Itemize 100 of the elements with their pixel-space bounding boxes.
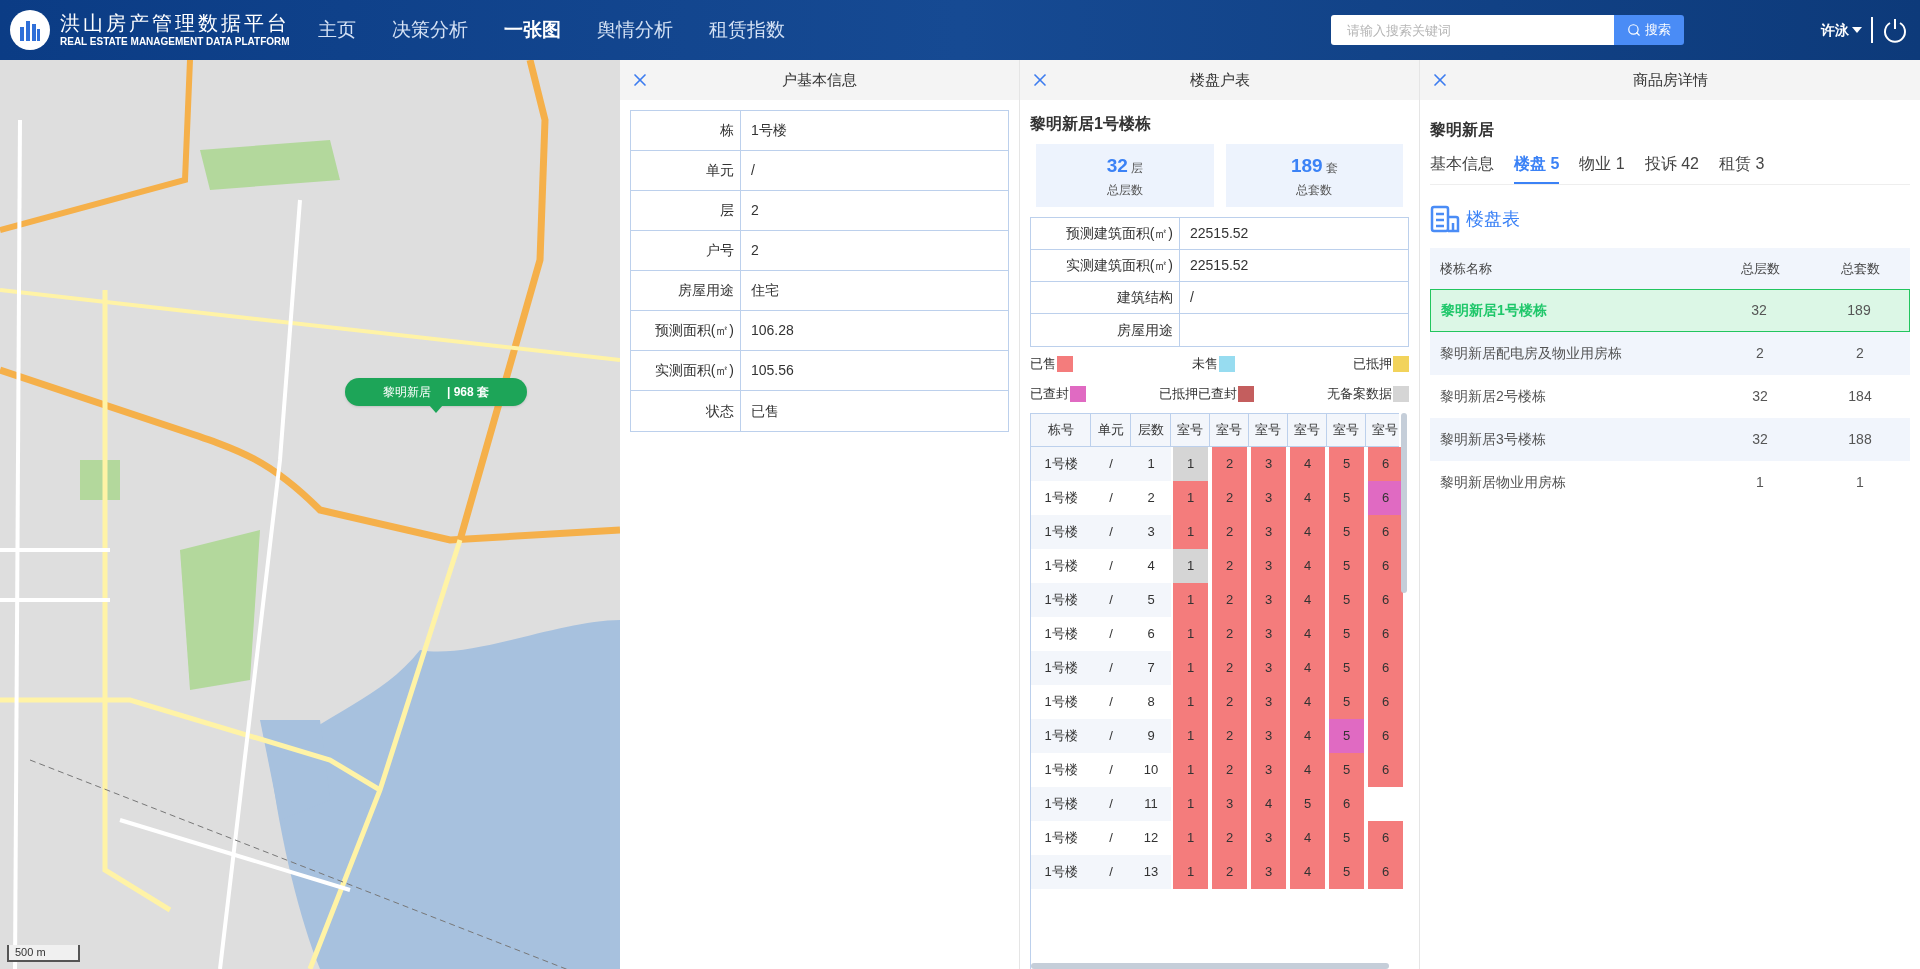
room-cell[interactable]: 1: [1173, 685, 1208, 719]
room-cell[interactable]: 6: [1368, 447, 1403, 481]
room-cell[interactable]: 5: [1329, 549, 1364, 583]
room-cell[interactable]: 5: [1329, 719, 1364, 753]
room-cell[interactable]: 4: [1290, 481, 1325, 515]
room-cell[interactable]: 2: [1212, 753, 1247, 787]
room-cell[interactable]: 6: [1329, 787, 1364, 821]
room-cell[interactable]: 3: [1251, 685, 1286, 719]
room-cell[interactable]: 6: [1368, 753, 1403, 787]
tab[interactable]: 楼盘 5: [1514, 152, 1560, 184]
room-cell[interactable]: 1: [1173, 719, 1208, 753]
room-cell[interactable]: 1: [1173, 583, 1208, 617]
room-cell[interactable]: 6: [1368, 583, 1403, 617]
room-cell[interactable]: 6: [1368, 651, 1403, 685]
room-cell[interactable]: 2: [1212, 719, 1247, 753]
room-cell[interactable]: 1: [1173, 753, 1208, 787]
room-cell[interactable]: 3: [1251, 447, 1286, 481]
floor-count: 32: [1750, 301, 1768, 320]
room-cell[interactable]: 1: [1173, 549, 1208, 583]
room-cell[interactable]: 5: [1329, 821, 1364, 855]
room-cell[interactable]: 1: [1173, 617, 1208, 651]
room-cell[interactable]: 6: [1368, 821, 1403, 855]
nav-link[interactable]: 租赁指数: [709, 15, 785, 45]
room-cell[interactable]: 6: [1368, 549, 1403, 583]
room-cell[interactable]: 2: [1212, 821, 1247, 855]
nav-link[interactable]: 舆情分析: [597, 15, 673, 45]
room-cell[interactable]: 6: [1368, 855, 1403, 889]
room-cell[interactable]: 5: [1329, 617, 1364, 651]
tab[interactable]: 投诉 42: [1644, 152, 1699, 184]
room-cell[interactable]: 3: [1212, 787, 1247, 821]
room-cell[interactable]: 3: [1251, 583, 1286, 617]
room-cell[interactable]: 5: [1329, 515, 1364, 549]
room-cell[interactable]: 5: [1329, 685, 1364, 719]
room-cell[interactable]: 4: [1290, 549, 1325, 583]
room-cell[interactable]: 3: [1251, 549, 1286, 583]
room-cell[interactable]: 5: [1329, 481, 1364, 515]
search-field[interactable]: 请输入搜索关键词: [1331, 15, 1614, 45]
room-cell[interactable]: 4: [1290, 447, 1325, 481]
room-cell[interactable]: 4: [1290, 719, 1325, 753]
search-button[interactable]: 搜索: [1614, 15, 1684, 45]
room-cell[interactable]: 1: [1173, 821, 1208, 855]
tab[interactable]: 租赁 3: [1718, 152, 1765, 184]
room-cell[interactable]: 6: [1368, 617, 1403, 651]
room-cell[interactable]: 2: [1212, 855, 1247, 889]
room-cell[interactable]: 6: [1368, 481, 1403, 515]
room-cell[interactable]: 1: [1173, 481, 1208, 515]
room-cell[interactable]: 4: [1290, 753, 1325, 787]
panel-title: 楼盘户表: [1189, 69, 1250, 90]
room-cell[interactable]: 3: [1251, 855, 1286, 889]
room-cell[interactable]: 2: [1212, 481, 1247, 515]
room-cell[interactable]: 2: [1212, 447, 1247, 481]
nav-link[interactable]: 主页: [318, 15, 356, 45]
room-cell[interactable]: 2: [1212, 651, 1247, 685]
room-cell[interactable]: 2: [1212, 583, 1247, 617]
room-cell[interactable]: 5: [1290, 787, 1325, 821]
nav-link[interactable]: 一张图: [504, 15, 561, 45]
room-cell[interactable]: 6: [1368, 719, 1403, 753]
user-menu[interactable]: 许泳: [1821, 19, 1862, 41]
room-cell[interactable]: 4: [1290, 515, 1325, 549]
building-name: 黎明新居3号楼栋: [1439, 430, 1547, 449]
room-cell[interactable]: 3: [1251, 617, 1286, 651]
legend-label: 未售: [1191, 355, 1218, 374]
room-cell[interactable]: 1: [1173, 855, 1208, 889]
room-cell[interactable]: 4: [1290, 855, 1325, 889]
building-row[interactable]: 黎明新居配电房及物业用房栋 2 2: [1430, 332, 1910, 375]
room-cell[interactable]: 2: [1212, 515, 1247, 549]
room-cell[interactable]: 5: [1329, 753, 1364, 787]
room-cell[interactable]: 1: [1173, 787, 1208, 821]
platform-title: 洪山房产管理数据平台: [60, 11, 290, 35]
room-cell[interactable]: 4: [1290, 821, 1325, 855]
room-cell[interactable]: 4: [1251, 787, 1286, 821]
room-cell[interactable]: 5: [1329, 855, 1364, 889]
room-cell[interactable]: 4: [1290, 685, 1325, 719]
room-cell[interactable]: 3: [1251, 651, 1286, 685]
room-cell[interactable]: 3: [1251, 821, 1286, 855]
room-cell[interactable]: 3: [1251, 481, 1286, 515]
room-cell[interactable]: 1: [1173, 515, 1208, 549]
room-cell[interactable]: 3: [1251, 515, 1286, 549]
tab[interactable]: 物业 1: [1579, 152, 1625, 184]
room-cell[interactable]: 1: [1173, 651, 1208, 685]
room-cell[interactable]: 2: [1212, 685, 1247, 719]
room-cell[interactable]: 4: [1290, 651, 1325, 685]
room-cell[interactable]: 3: [1251, 753, 1286, 787]
building-row[interactable]: 黎明新居3号楼栋 32 188: [1430, 418, 1910, 461]
table-cell: 1号楼: [1031, 787, 1091, 821]
room-cell[interactable]: 1: [1173, 447, 1208, 481]
room-cell[interactable]: 5: [1329, 447, 1364, 481]
room-cell[interactable]: 2: [1212, 617, 1247, 651]
room-cell[interactable]: 2: [1212, 549, 1247, 583]
room-cell[interactable]: 5: [1329, 651, 1364, 685]
nav-link[interactable]: 决策分析: [392, 15, 468, 45]
room-cell[interactable]: 4: [1290, 583, 1325, 617]
room-cell[interactable]: 6: [1368, 685, 1403, 719]
room-cell[interactable]: 3: [1251, 719, 1286, 753]
power-icon[interactable]: [1882, 17, 1908, 43]
room-cell[interactable]: 5: [1329, 583, 1364, 617]
room-cell[interactable]: 4: [1290, 617, 1325, 651]
building-row[interactable]: 黎明新居1号楼栋 32 189: [1430, 289, 1910, 332]
tab[interactable]: 基本信息: [1430, 152, 1494, 184]
room-cell[interactable]: 6: [1368, 515, 1403, 549]
